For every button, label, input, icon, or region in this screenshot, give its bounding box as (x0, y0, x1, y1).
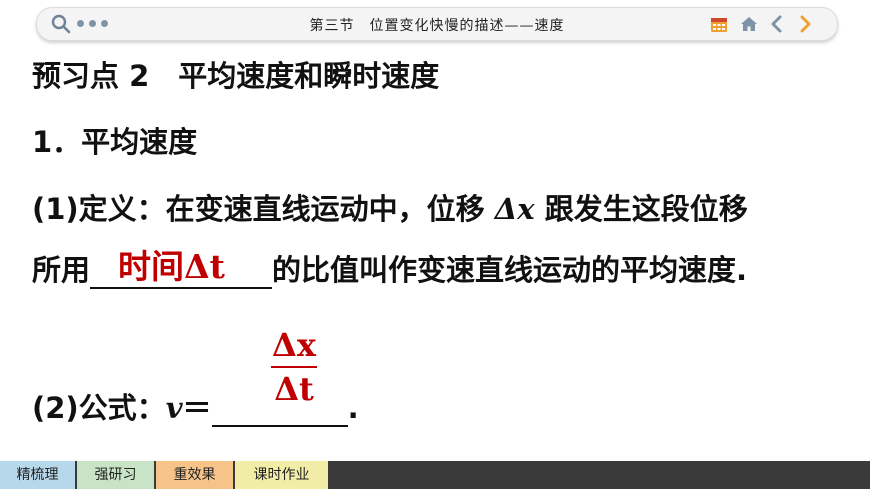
answer-time: 时间Δt (118, 240, 225, 288)
next-icon[interactable] (795, 14, 815, 34)
velocity-symbol: v (165, 391, 183, 425)
bottom-nav: 精梳理 强研习 重效果 课时作业 (0, 461, 870, 489)
definition-text-end: 跟发生这段位移 (534, 192, 748, 226)
definition-text-start: (1)定义：在变速直线运动中，位移 (32, 192, 495, 226)
formula-label: (2)公式： (32, 391, 166, 425)
answer-fraction: Δx Δt (268, 326, 320, 408)
equals-sign: ＝ (182, 391, 212, 425)
tab-effect[interactable]: 重效果 (156, 461, 233, 489)
tab-homework[interactable]: 课时作业 (235, 461, 328, 489)
tab-summary[interactable]: 精梳理 (0, 461, 75, 489)
home-icon[interactable] (739, 14, 759, 34)
top-toolbar: 第三节 位置变化快慢的描述——速度 (36, 7, 838, 41)
previous-icon[interactable] (767, 14, 787, 34)
answer-time-word: 时间 (118, 247, 184, 286)
fraction-bar (271, 366, 317, 368)
section-heading: 预习点 2 平均速度和瞬时速度 (32, 59, 440, 93)
tab-study[interactable]: 强研习 (77, 461, 154, 489)
subheading: 1．平均速度 (32, 125, 198, 159)
fraction-denominator: Δt (274, 370, 314, 408)
fraction-numerator: Δx (272, 326, 316, 364)
displacement-symbol: Δx (494, 192, 535, 226)
answer-time-symbol: Δt (184, 247, 225, 286)
calendar-icon[interactable] (709, 14, 729, 34)
formula-end: . (347, 391, 359, 425)
definition-line: (1)定义：在变速直线运动中，位移 Δx 跟发生这段位移 (32, 186, 748, 228)
definition-line-2-start: 所用 (32, 253, 91, 287)
definition-line-2-end: 的比值叫作变速直线运动的平均速度. (272, 253, 748, 287)
